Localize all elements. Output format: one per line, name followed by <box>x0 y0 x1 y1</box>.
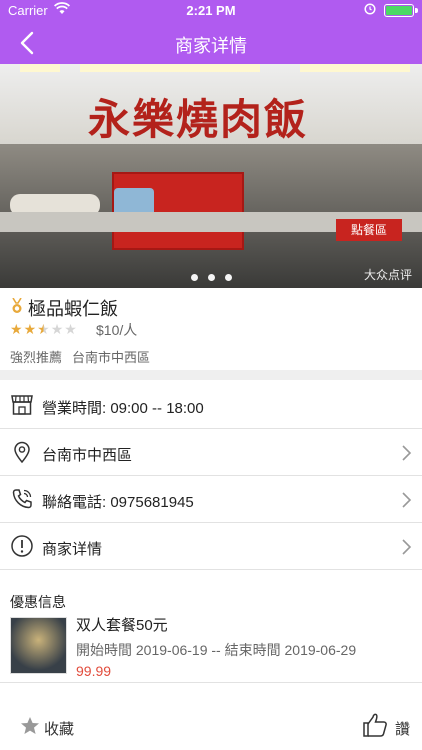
status-time: 2:21 PM <box>186 3 236 18</box>
deal-name[interactable]: 双人套餐50元 <box>76 614 168 635</box>
chevron-right-icon <box>402 492 412 508</box>
business-hours-row: 營業時間: 09:00 -- 18:00 <box>0 383 422 429</box>
light-strip <box>80 64 260 72</box>
deal-price: 99.99 <box>76 663 112 679</box>
business-hours-text: 營業時間: 09:00 -- 18:00 <box>42 400 204 417</box>
battery-icon <box>384 4 418 17</box>
rating-star-icon: ★ <box>23 321 37 337</box>
alarm-icon <box>364 3 376 15</box>
pager-dot[interactable] <box>224 274 232 281</box>
shop-tag: 強烈推薦 <box>10 350 63 365</box>
rating-star-icon: ★ <box>64 321 77 337</box>
carousel-pager[interactable] <box>0 268 422 286</box>
chevron-right-icon <box>402 539 412 555</box>
phone-text: 聯絡電話: 0975681945 <box>42 494 194 511</box>
rating-star-icon: ★ <box>50 321 64 337</box>
header-bar: Carrier 2:21 PM 商家详情 <box>0 0 422 64</box>
shop-details-text: 商家详情 <box>42 541 103 558</box>
star-icon <box>21 717 39 734</box>
chevron-right-icon <box>402 445 412 461</box>
shop-tags: 強烈推薦 台南市中西區 <box>10 347 160 366</box>
rating-stars: ★★★★★ <box>10 321 78 337</box>
favorite-label: 收藏 <box>44 721 75 738</box>
photo-watermark: 大众点评 <box>363 268 412 282</box>
order-area-sign: 點餐區 <box>336 219 402 241</box>
page-title: 商家详情 <box>175 36 247 56</box>
rating-star-icon: ★ <box>10 321 23 337</box>
info-icon <box>11 535 33 557</box>
deals-section-title: 優惠信息 <box>10 594 66 610</box>
status-bar: Carrier 2:21 PM <box>0 0 422 22</box>
section-divider <box>0 370 422 380</box>
thumbs-up-icon <box>363 713 387 737</box>
divider <box>0 682 422 683</box>
price-per-person: $10/人 <box>96 322 138 338</box>
light-strip <box>300 64 410 72</box>
shop-details-row[interactable]: 商家详情 <box>0 524 422 570</box>
phone-icon <box>12 489 32 509</box>
pager-dot[interactable] <box>190 274 198 281</box>
shop-tag: 台南市中西區 <box>72 350 151 365</box>
like-label: 讚 <box>394 721 410 738</box>
deal-thumbnail[interactable] <box>10 617 67 674</box>
address-row[interactable]: 台南市中西區 <box>0 430 422 476</box>
shop-sign-text: 永樂燒肉飯 <box>88 95 309 144</box>
phone-row[interactable]: 聯絡電話: 0975681945 <box>0 477 422 523</box>
shop-photo-carousel[interactable]: 永樂燒肉飯 點餐區 大众点评 <box>0 64 422 288</box>
address-text: 台南市中西區 <box>42 447 133 464</box>
deal-time: 開始時間 2019-06-19 -- 結束時間 2019-06-29 <box>76 642 357 658</box>
light-strip <box>20 64 60 72</box>
shop-name: 極品蝦仁飯 <box>28 299 118 319</box>
shop-icon <box>11 395 33 415</box>
pager-dot[interactable] <box>207 274 215 281</box>
location-icon <box>14 441 30 464</box>
rating-star-icon: ★ <box>37 321 50 337</box>
medal-icon <box>12 298 22 313</box>
